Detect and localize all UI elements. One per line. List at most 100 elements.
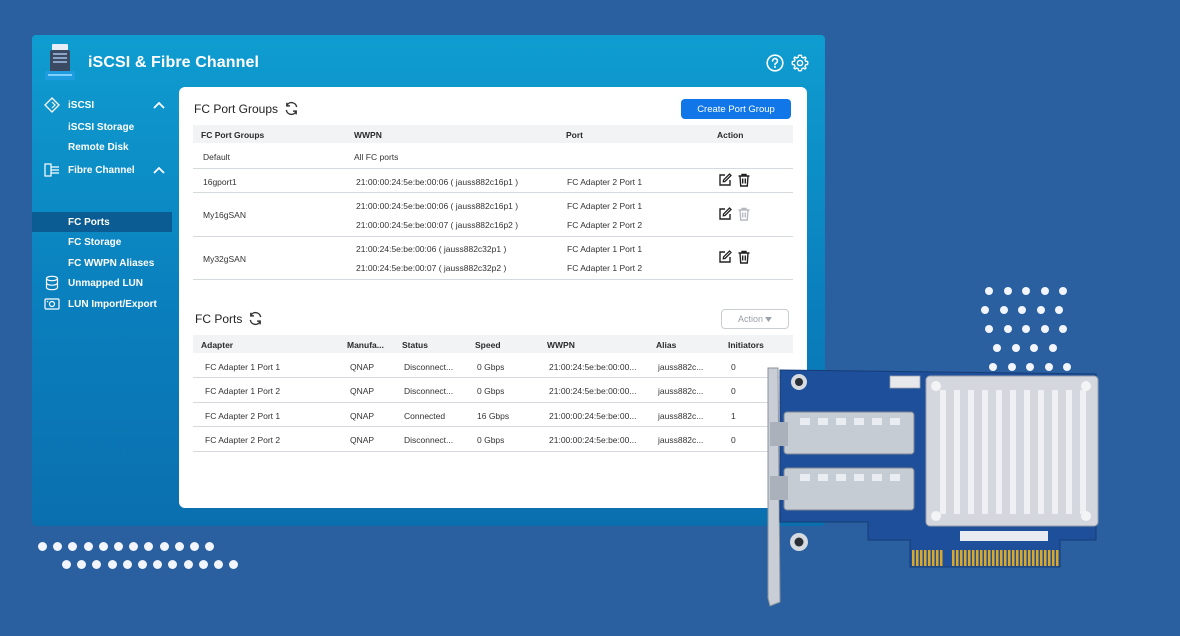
sidebar-item-fc-storage[interactable]: FC Storage xyxy=(32,232,172,252)
help-icon[interactable] xyxy=(766,54,784,72)
table-row[interactable]: FC Adapter 2 Port 2 QNAP Disconnect... 0… xyxy=(193,427,793,452)
column-header[interactable]: Initiators xyxy=(728,340,764,350)
sidebar-item-label: iSCSI xyxy=(68,99,95,111)
port-groups-table-header: FC Port Groups WWPN Port Action xyxy=(193,125,793,143)
fc-ports-table-header: Adapter Manufa... Status Speed WWPN Alia… xyxy=(193,335,793,353)
database-icon xyxy=(45,275,59,291)
decorative-dots-bottom xyxy=(38,542,239,574)
chevron-up-icon[interactable] xyxy=(153,166,165,174)
column-header[interactable]: Adapter xyxy=(201,340,233,350)
column-header: Action xyxy=(717,130,744,140)
fc-port-wwpn: 21:00:00:24:5e:be:00... xyxy=(549,435,637,445)
sidebar-item-label: LUN Import/Export xyxy=(68,298,157,310)
column-header[interactable]: Port xyxy=(566,130,583,140)
fc-port-manufacturer: QNAP xyxy=(350,411,375,421)
sidebar-item-remote-disk[interactable]: Remote Disk xyxy=(32,137,172,157)
fc-port-manufacturer: QNAP xyxy=(350,386,375,396)
action-dropdown-button[interactable]: Action xyxy=(721,309,789,329)
port-group-name: My16gSAN xyxy=(203,210,246,220)
table-row[interactable]: 16gport1 21:00:00:24:5e:be:00:06 ( jauss… xyxy=(193,169,793,193)
delete-trash-icon-disabled xyxy=(738,207,750,221)
column-header[interactable]: Status xyxy=(402,340,428,350)
sidebar-item-iscsi-storage[interactable]: iSCSI Storage xyxy=(32,117,172,137)
table-row[interactable]: FC Adapter 1 Port 1 QNAP Disconnect... 0… xyxy=(193,354,793,378)
chevron-up-icon[interactable] xyxy=(153,101,165,109)
caret-down-icon xyxy=(765,316,772,322)
table-row[interactable]: My16gSAN 21:00:00:24:5e:be:00:06 ( jauss… xyxy=(193,193,793,237)
column-header[interactable]: WWPN xyxy=(354,130,382,140)
table-row[interactable]: FC Adapter 1 Port 2 QNAP Disconnect... 0… xyxy=(193,378,793,403)
fc-port-status: Connected xyxy=(404,411,446,421)
port-group-wwpn: 21:00:00:24:5e:be:00:07 ( jauss882c16p2 … xyxy=(356,220,519,230)
create-port-group-button[interactable]: Create Port Group xyxy=(681,99,791,119)
fc-port-status: Disconnect... xyxy=(404,362,454,372)
port-group-wwpn: 21:00:00:24:5e:be:00:06 ( jauss882c16p1 … xyxy=(356,201,519,211)
import-export-icon xyxy=(44,298,60,310)
fc-port-alias: jauss882c... xyxy=(658,362,704,372)
fc-port-alias: jauss882c... xyxy=(658,435,704,445)
refresh-icon[interactable] xyxy=(248,311,263,326)
sidebar-item-label: iSCSI Storage xyxy=(68,121,135,133)
fc-port-adapter: FC Adapter 1 Port 1 xyxy=(205,362,281,372)
port-group-port: FC Adapter 2 Port 1 xyxy=(567,201,643,211)
fc-port-alias: jauss882c... xyxy=(658,386,704,396)
fc-port-wwpn: 21:00:00:24:5e:be:00... xyxy=(549,411,637,421)
fibre-channel-card-image xyxy=(767,367,1099,607)
column-header[interactable]: FC Port Groups xyxy=(201,130,264,140)
refresh-icon[interactable] xyxy=(284,101,299,116)
app-server-icon xyxy=(45,44,75,80)
app-title: iSCSI & Fibre Channel xyxy=(88,54,260,71)
settings-gear-icon[interactable] xyxy=(791,54,809,72)
fc-ports-section-title: FC Ports xyxy=(195,311,263,326)
column-header[interactable]: WWPN xyxy=(547,340,575,350)
port-group-name: Default xyxy=(203,152,230,162)
title-bar: iSCSI & Fibre Channel xyxy=(32,35,825,91)
port-group-wwpn: All FC ports xyxy=(354,152,399,162)
port-group-port: FC Adapter 2 Port 2 xyxy=(567,220,643,230)
sidebar-item-fc-wwpn-aliases[interactable]: FC WWPN Aliases xyxy=(32,253,172,273)
table-row[interactable]: FC Adapter 2 Port 1 QNAP Connected 16 Gb… xyxy=(193,403,793,427)
port-group-port: FC Adapter 1 Port 1 xyxy=(567,244,643,254)
fc-port-initiators: 0 xyxy=(731,362,736,372)
sidebar-item-fc-ports[interactable]: FC Ports xyxy=(32,212,172,232)
sidebar-item-fibre-channel[interactable]: Fibre Channel xyxy=(32,160,172,180)
sidebar-item-label: FC Ports xyxy=(68,216,110,228)
action-button-label: Action xyxy=(737,314,763,324)
sidebar-item-lun-import-export[interactable]: LUN Import/Export xyxy=(32,294,172,314)
table-row[interactable]: Default All FC ports xyxy=(193,144,793,169)
fc-port-initiators: 0 xyxy=(731,386,736,396)
fc-port-alias: jauss882c... xyxy=(658,411,704,421)
fc-port-manufacturer: QNAP xyxy=(350,435,375,445)
fibre-channel-icon xyxy=(44,163,59,177)
sidebar-item-label: Remote Disk xyxy=(68,141,129,153)
fc-ports-title: FC Ports xyxy=(195,311,243,326)
port-group-wwpn: 21:00:00:24:5e:be:00:06 ( jauss882c16p1 … xyxy=(356,177,519,187)
sidebar-item-label: FC Storage xyxy=(68,236,122,248)
port-group-name: My32gSAN xyxy=(203,254,246,264)
port-group-wwpn: 21:00:24:5e:be:00:07 ( jauss882c32p2 ) xyxy=(356,263,507,273)
column-header[interactable]: Manufa... xyxy=(347,340,384,350)
delete-trash-icon[interactable] xyxy=(737,250,751,264)
column-header[interactable]: Alias xyxy=(656,340,676,350)
fc-port-initiators: 0 xyxy=(731,435,736,445)
edit-icon[interactable] xyxy=(718,207,732,221)
fc-port-wwpn: 21:00:24:5e:be:00:00... xyxy=(549,386,637,396)
port-groups-title: FC Port Groups xyxy=(194,101,279,116)
port-group-port: FC Adapter 2 Port 1 xyxy=(567,177,643,187)
edit-icon[interactable] xyxy=(718,250,732,264)
edit-icon[interactable] xyxy=(718,173,732,187)
content-panel: FC Port Groups Create Port Group FC Port… xyxy=(179,87,807,508)
fc-port-manufacturer: QNAP xyxy=(350,362,375,372)
port-group-wwpn: 21:00:24:5e:be:00:06 ( jauss882c32p1 ) xyxy=(356,244,507,254)
table-row[interactable]: My32gSAN 21:00:24:5e:be:00:06 ( jauss882… xyxy=(193,237,793,280)
fc-port-speed: 0 Gbps xyxy=(477,435,505,445)
sidebar-item-unmapped-lun[interactable]: Unmapped LUN xyxy=(32,273,172,293)
delete-trash-icon[interactable] xyxy=(737,173,751,187)
fc-port-wwpn: 21:00:24:5e:be:00:00... xyxy=(549,362,637,372)
fc-port-speed: 16 Gbps xyxy=(477,411,510,421)
fc-port-adapter: FC Adapter 2 Port 2 xyxy=(205,435,281,445)
column-header[interactable]: Speed xyxy=(475,340,501,350)
fc-port-status: Disconnect... xyxy=(404,435,454,445)
sidebar-item-iscsi[interactable]: iSCSI xyxy=(32,95,172,115)
port-groups-section-title: FC Port Groups xyxy=(194,101,299,116)
